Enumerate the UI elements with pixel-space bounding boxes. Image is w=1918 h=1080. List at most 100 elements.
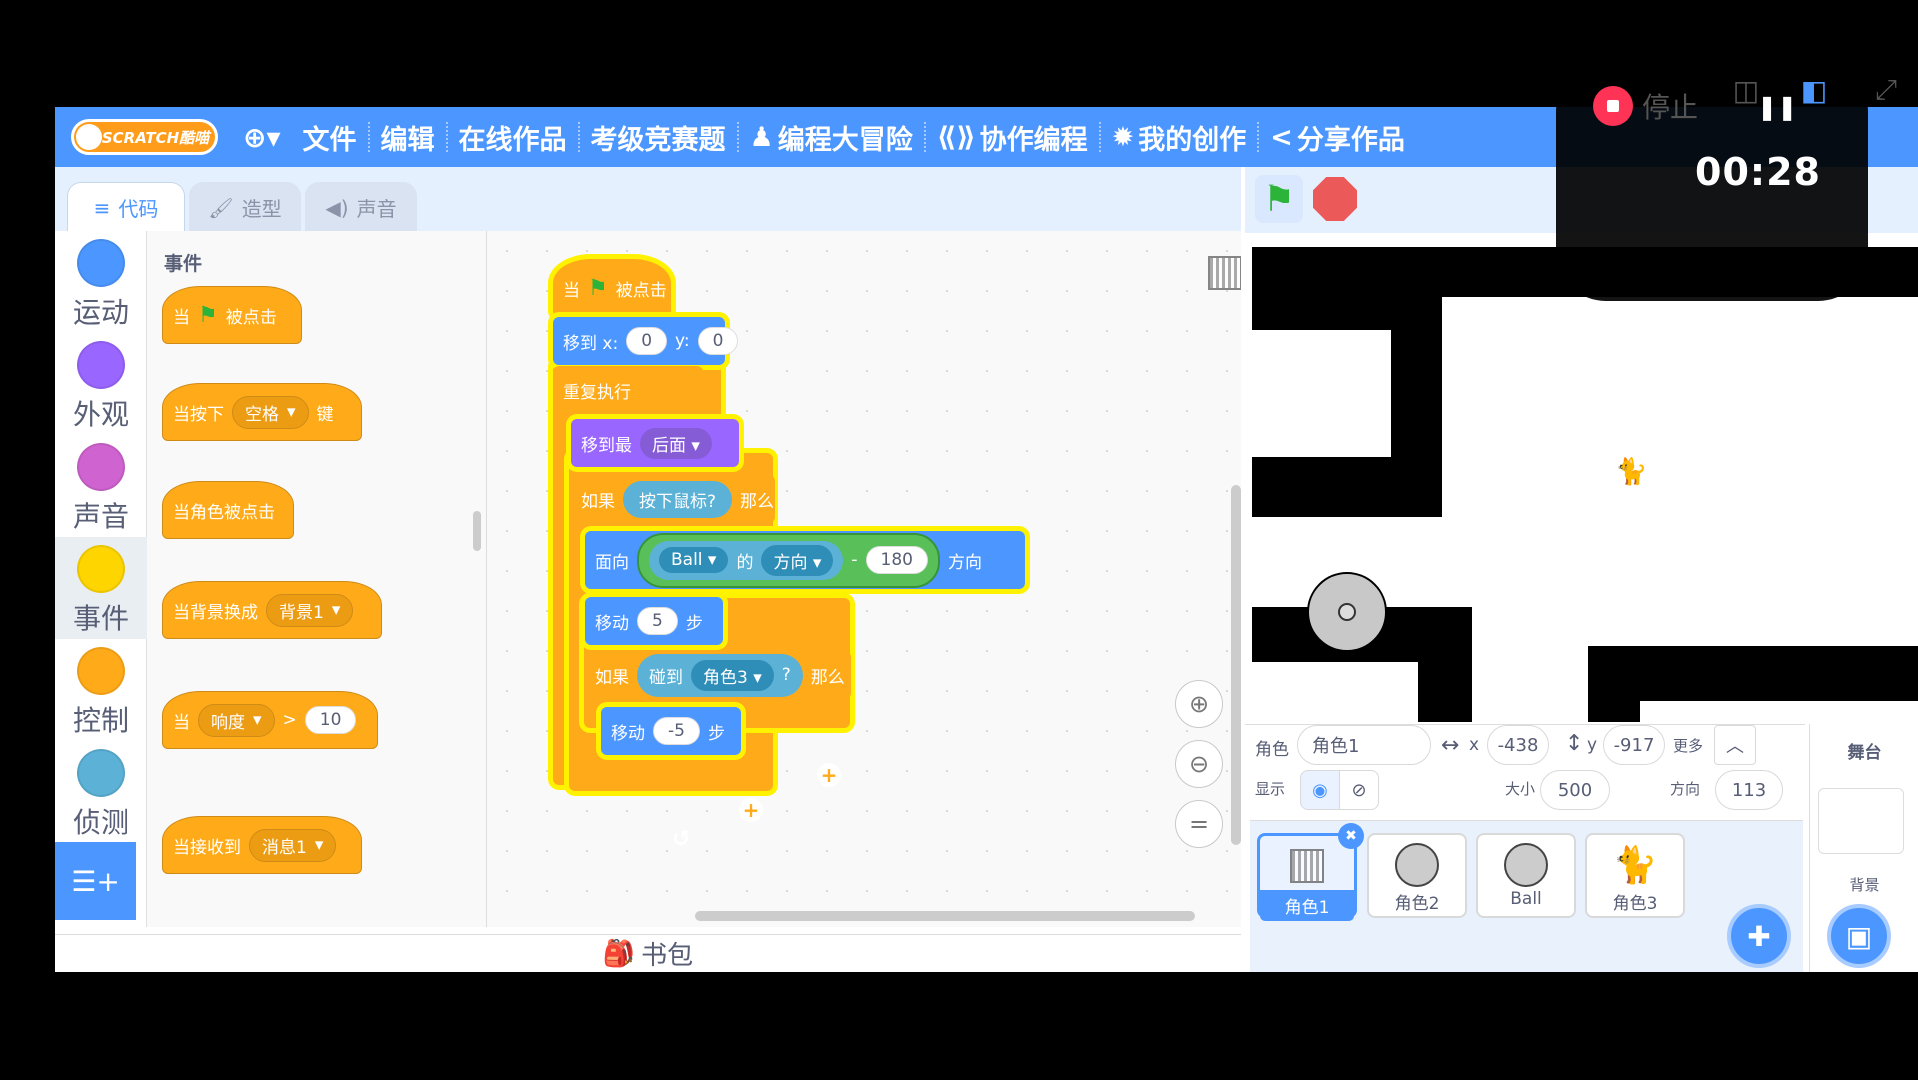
menu-exam-questions[interactable]: 考级竞赛题 — [580, 107, 737, 167]
category-sensing[interactable]: 侦测 — [55, 741, 147, 843]
size-field[interactable]: 500 — [1540, 770, 1610, 810]
dropdown-value: 后面 — [652, 435, 686, 456]
number-input[interactable]: 10 — [304, 706, 357, 734]
zoom-reset-button[interactable]: = — [1175, 800, 1223, 848]
sprite-tile-ball[interactable]: Ball — [1476, 833, 1576, 918]
menu-file[interactable]: 文件 — [292, 107, 368, 167]
x-position-icon: ↔ — [1441, 733, 1460, 758]
category-control[interactable]: 控制 — [55, 639, 147, 741]
x-input[interactable]: 0 — [626, 327, 668, 355]
cat-sprite[interactable]: 🐈 — [1615, 457, 1647, 489]
zoom-out-button[interactable]: ⊖ — [1175, 740, 1223, 788]
stop-recording-button[interactable] — [1593, 86, 1633, 126]
block-when-sprite-clicked[interactable]: 当角色被点击 — [162, 481, 294, 539]
steps-input[interactable]: -5 — [653, 717, 700, 745]
y-field[interactable]: -917 — [1603, 725, 1665, 765]
add-sprite-button[interactable]: ✚ — [1727, 904, 1791, 968]
property-dropdown[interactable]: 方向 ▾ — [761, 544, 834, 576]
tab-costumes[interactable]: 🖌 造型 — [189, 182, 301, 232]
direction-label: 方向 — [1670, 780, 1701, 798]
code-workspace[interactable]: 当 ⚑ 被点击 移到 x: 0 y: 0 重复执行 移到最 后面 ▾ 如果 按下鼠标? 那么 面… — [487, 231, 1241, 927]
language-globe-icon[interactable]: ⊕▾ — [232, 107, 292, 167]
number-input[interactable]: 180 — [865, 546, 928, 574]
sprite-tile-3[interactable]: 🐈 角色3 — [1585, 833, 1685, 918]
scratch-logo[interactable]: SCRATCH酷喵 — [71, 119, 218, 155]
menu-coding-adventure[interactable]: ♟ 编程大冒险 — [739, 107, 924, 167]
x-field[interactable]: -438 — [1487, 725, 1549, 765]
script-move-steps[interactable]: 移动 5 步 — [585, 597, 723, 645]
small-stage-icon[interactable]: ◫ — [1728, 72, 1764, 108]
show-hidden-button[interactable]: ⊘ — [1339, 770, 1379, 810]
menu-online-works[interactable]: 在线作品 — [448, 107, 578, 167]
mouse-down-condition[interactable]: 按下鼠标? — [623, 480, 733, 518]
add-block-plus-icon[interactable]: + — [739, 798, 763, 822]
ball-sprite[interactable] — [1307, 572, 1387, 652]
block-when-key-pressed[interactable]: 当按下 空格 ▾ 键 — [162, 383, 362, 441]
backpack-label: 书包 — [641, 941, 694, 971]
block-when-receive-message[interactable]: 当接收到 消息1 ▾ — [162, 816, 362, 874]
script-go-to-layer[interactable]: 移到最 后面 ▾ — [571, 419, 739, 467]
script-if-mouse-down[interactable]: 如果 按下鼠标? 那么 — [571, 475, 775, 523]
block-text: 被点击 — [225, 307, 277, 328]
block-text: 的 — [736, 552, 754, 573]
script-when-flag-clicked[interactable]: 当 ⚑ 被点击 — [553, 259, 671, 317]
menu-collab-coding[interactable]: ⟪⟫ 协作编程 — [926, 107, 1099, 167]
green-flag-button[interactable]: ⚑ — [1255, 175, 1303, 223]
layer-dropdown[interactable]: 后面 ▾ — [640, 427, 712, 459]
show-visible-button[interactable]: ◉ — [1300, 770, 1340, 810]
sprite-name-field[interactable]: 角色1 — [1297, 725, 1431, 765]
y-position-icon: ↕ — [1565, 731, 1584, 756]
script-point-in-direction[interactable]: 面向 Ball ▾ 的方向 ▾ -180 方向 — [585, 531, 1025, 589]
delete-sprite-icon[interactable]: ✖ — [1338, 823, 1364, 849]
direction-field[interactable]: 113 — [1715, 770, 1783, 810]
sensor-dropdown[interactable]: 响度 ▾ — [198, 703, 275, 737]
workspace-vertical-scrollbar[interactable] — [1231, 485, 1241, 845]
sprite-dropdown[interactable]: Ball ▾ — [659, 547, 729, 573]
backdrop-thumbnail[interactable] — [1818, 788, 1904, 854]
dropdown-value: 消息1 — [262, 837, 307, 858]
key-dropdown[interactable]: 空格 ▾ — [232, 395, 309, 429]
add-block-plus-icon[interactable]: + — [817, 763, 841, 787]
zoom-in-button[interactable]: ⊕ — [1175, 680, 1223, 728]
zoom-out-icon: ⊖ — [1188, 750, 1210, 778]
add-backdrop-button[interactable]: ▣ — [1827, 904, 1891, 968]
normal-stage-icon[interactable]: ◧ — [1796, 72, 1832, 108]
add-extension-button[interactable]: ☰+ — [55, 842, 136, 920]
y-input[interactable]: 0 — [697, 327, 739, 355]
block-when-flag-clicked[interactable]: 当 ⚑ 被点击 — [162, 286, 302, 344]
collapse-button[interactable]: ︿ — [1714, 725, 1756, 765]
category-sound[interactable]: 声音 — [55, 435, 147, 537]
steps-input[interactable]: 5 — [637, 607, 678, 635]
tab-sounds[interactable]: ◀) 声音 — [305, 182, 417, 232]
touching-condition[interactable]: 碰到 角色3 ▾? — [637, 653, 803, 697]
menu-label: 分享作品 — [1296, 124, 1405, 156]
sprite-tile-2[interactable]: 角色2 — [1367, 833, 1467, 918]
script-goto-xy[interactable]: 移到 x: 0 y: 0 — [553, 317, 739, 365]
script-forever[interactable]: 重复执行 — [553, 366, 703, 414]
ball-sprite-icon — [1504, 843, 1548, 887]
fullscreen-icon[interactable]: ⤢ — [1868, 72, 1904, 108]
menu-share-work[interactable]: < 分享作品 — [1259, 107, 1416, 167]
menu-label: 我的创作 — [1138, 124, 1247, 156]
dropdown-value: 背景1 — [279, 602, 324, 623]
category-motion[interactable]: 运动 — [55, 231, 147, 333]
workspace-horizontal-scrollbar[interactable] — [695, 911, 1195, 921]
menu-my-creations[interactable]: ✹ 我的创作 — [1101, 107, 1258, 167]
menu-edit[interactable]: 编辑 — [370, 107, 446, 167]
palette-scrollbar[interactable] — [473, 511, 481, 551]
target-dropdown[interactable]: 角色3 ▾ — [691, 659, 774, 691]
tab-code[interactable]: ≡ 代码 — [67, 182, 185, 232]
block-when-backdrop-switches[interactable]: 当背景换成 背景1 ▾ — [162, 581, 382, 639]
green-flag-icon: ⚑ — [588, 275, 608, 301]
message-dropdown[interactable]: 消息1 ▾ — [249, 828, 337, 862]
block-text: 重复执行 — [563, 382, 631, 403]
category-looks[interactable]: 外观 — [55, 333, 147, 435]
script-move-steps[interactable]: 移动 -5 步 — [601, 707, 741, 755]
block-when-loudness-greater[interactable]: 当响度 ▾ >10 — [162, 691, 378, 749]
subtract-operator[interactable]: Ball ▾ 的方向 ▾ -180 — [637, 532, 940, 588]
backpack[interactable]: 🎒 书包 — [55, 934, 1241, 972]
backdrop-dropdown[interactable]: 背景1 ▾ — [266, 593, 354, 627]
category-events[interactable]: 事件 — [55, 537, 147, 639]
stop-button[interactable] — [1313, 177, 1357, 221]
script-if-touching[interactable]: 如果 碰到 角色3 ▾? 那么 — [585, 651, 851, 699]
